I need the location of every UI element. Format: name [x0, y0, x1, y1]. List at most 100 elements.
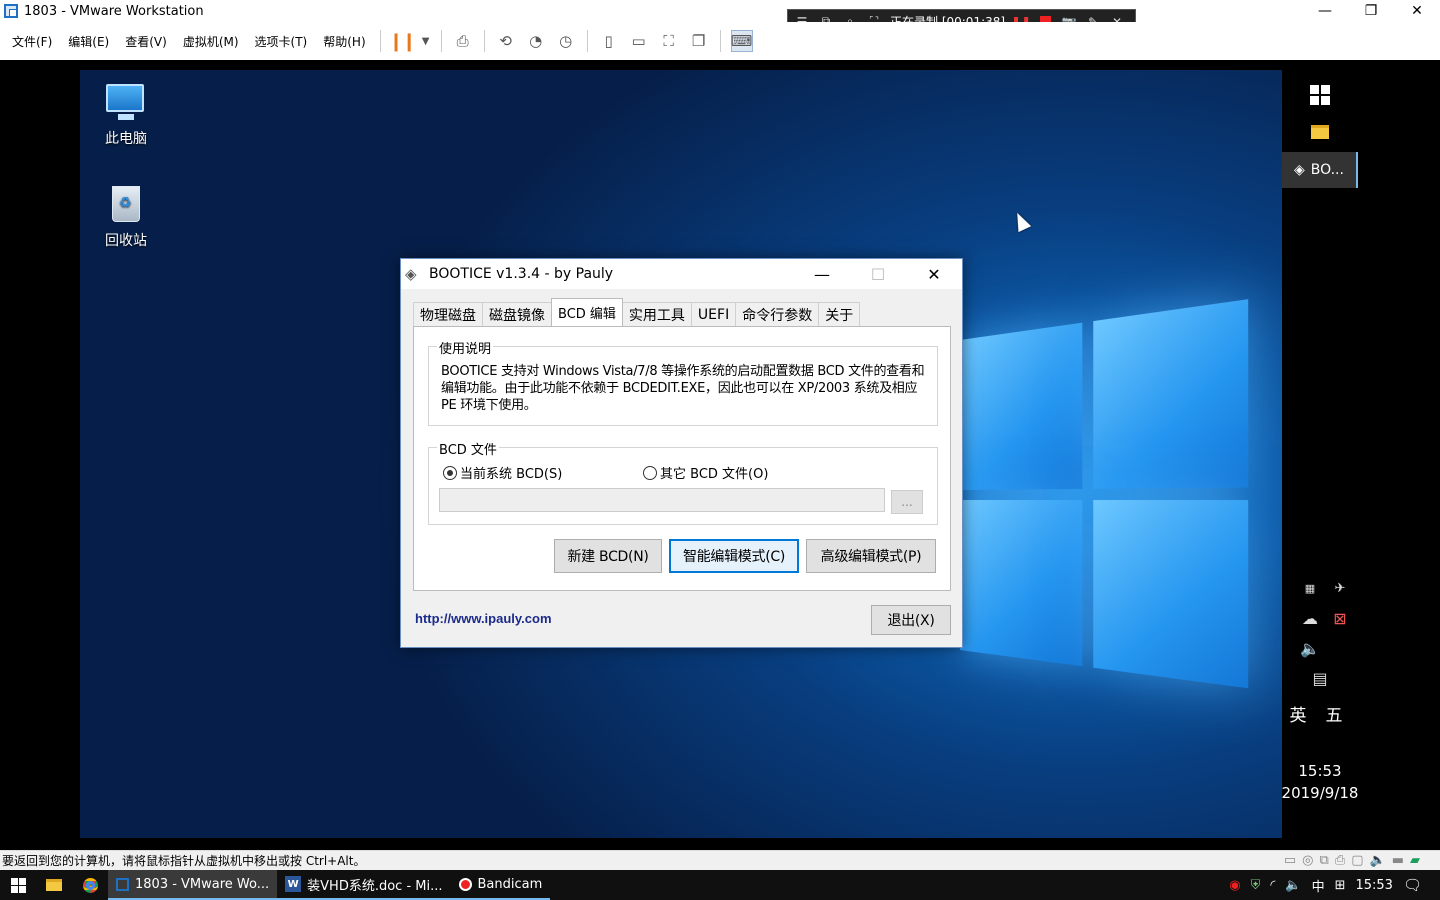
printer-icon[interactable]: ⎙	[1335, 853, 1345, 868]
toolbar-separator	[586, 30, 588, 52]
console-view-icon[interactable]: ⌨	[730, 30, 753, 52]
folder-icon	[1311, 125, 1329, 139]
cd-drive-icon[interactable]: ◎	[1302, 853, 1313, 868]
network-error-icon[interactable]: ⊠	[1302, 608, 1378, 628]
menu-vm[interactable]: 虚拟机(M)	[175, 33, 247, 50]
folder-icon	[46, 879, 62, 891]
guest-time: 15:53	[1298, 762, 1342, 780]
guest-clock[interactable]: 15:53 2019/9/18	[1281, 760, 1359, 804]
revert-snapshot-icon[interactable]: ◔	[525, 30, 547, 52]
taskbar-app-vmware[interactable]: 1803 - VMware Wo...	[108, 870, 278, 900]
desktop-icon-this-pc[interactable]: 此电脑	[86, 80, 166, 148]
usage-label: 使用说明	[437, 338, 494, 357]
chrome-button[interactable]	[72, 870, 108, 900]
recycle-bin-icon	[106, 186, 146, 226]
menu-file[interactable]: 文件(F)	[4, 33, 60, 50]
unity-icon[interactable]: ❐	[688, 30, 710, 52]
chrome-icon	[82, 877, 98, 893]
radio-circle	[643, 465, 657, 480]
smart-edit-button[interactable]: 智能编辑模式(C)	[669, 539, 799, 573]
volume-icon[interactable]: 🔈	[1285, 878, 1301, 893]
guest-date: 2019/9/18	[1281, 784, 1359, 802]
tab-bcd-edit[interactable]: BCD 编辑	[551, 298, 623, 326]
tab-command-line[interactable]: 命令行参数	[735, 302, 820, 326]
ime-indicator[interactable]: 中	[1312, 876, 1325, 895]
network-adapter-icon[interactable]: ⧉	[1320, 853, 1329, 868]
guest-start-button[interactable]	[1282, 80, 1358, 110]
bootice-window-controls: — ☐ ✕	[794, 259, 962, 289]
desktop-icon-label: 回收站	[105, 233, 147, 249]
advanced-edit-button[interactable]: 高级编辑模式(P)	[806, 539, 936, 573]
windows-start-icon	[1310, 85, 1330, 105]
display-icon[interactable]: ▬	[1392, 853, 1404, 868]
snapshot-manager-icon[interactable]: ◷	[555, 30, 577, 52]
show-thumbnail-icon[interactable]: ▭	[628, 30, 650, 52]
snapshot-icon[interactable]: ⟲	[495, 30, 517, 52]
ime-mode-icon[interactable]: ⊞	[1335, 878, 1346, 893]
bootice-titlebar[interactable]: ◈ BOOTICE v1.3.4 - by Pauly — ☐ ✕	[401, 259, 962, 289]
bootice-app-icon: ◈	[405, 265, 417, 283]
show-library-icon[interactable]: ▯	[598, 30, 620, 52]
wifi-icon[interactable]: ◜	[1270, 878, 1275, 893]
usage-description: BOOTICE 支持对 Windows Vista/7/8 等操作系统的启动配置…	[441, 364, 925, 413]
desktop-icon-recycle-bin[interactable]: 回收站	[86, 186, 166, 250]
usage-groupbox: 使用说明 BOOTICE 支持对 Windows Vista/7/8 等操作系统…	[428, 338, 938, 426]
menu-help[interactable]: 帮助(H)	[315, 33, 373, 50]
radio-current-bcd[interactable]: 当前系统 BCD(S)	[443, 463, 562, 482]
suspend-vm-icon[interactable]: ❙❙	[389, 30, 417, 52]
send-ctrl-alt-del-icon[interactable]: ⎙	[452, 30, 474, 52]
tab-uefi[interactable]: UEFI	[690, 302, 737, 326]
ime-mode-indicator[interactable]: 五	[1296, 702, 1372, 726]
tab-physical-disk[interactable]: 物理磁盘	[413, 302, 483, 326]
radio-other-bcd[interactable]: 其它 BCD 文件(O)	[643, 463, 768, 482]
host-clock[interactable]: 15:53	[1355, 878, 1392, 893]
bcd-path-input	[439, 488, 885, 512]
bcd-file-groupbox: BCD 文件 当前系统 BCD(S) 其它 BCD 文件(O) ...	[428, 439, 938, 525]
bootice-minimize-button[interactable]: —	[794, 259, 850, 289]
menu-tabs[interactable]: 选项卡(T)	[247, 33, 316, 50]
message-icon[interactable]: ▰	[1410, 853, 1420, 868]
bandicam-app-icon	[458, 877, 472, 891]
guest-taskbar-bootice[interactable]: ◈ BO...	[1282, 152, 1358, 188]
taskbar-app-word[interactable]: W 装VHD系统.doc - Mi...	[277, 870, 451, 900]
bootice-close-button[interactable]: ✕	[906, 259, 962, 289]
menu-edit[interactable]: 编辑(E)	[60, 33, 117, 50]
vmware-app-icon	[116, 877, 129, 891]
bootice-tabs: 物理磁盘 磁盘镜像 BCD 编辑 实用工具 UEFI 命令行参数 关于	[413, 298, 861, 326]
recording-indicator-icon[interactable]: ◉	[1229, 878, 1240, 893]
status-message: 要返回到您的计算机，请将鼠标指针从虚拟机中移出或按 Ctrl+Alt。	[2, 854, 366, 868]
notification-center-icon[interactable]: 🗨	[1403, 876, 1422, 894]
tab-utilities[interactable]: 实用工具	[621, 302, 692, 326]
author-website-link[interactable]: http://www.ipauly.com	[415, 611, 552, 626]
volume-icon[interactable]: 🔈	[1272, 638, 1348, 658]
close-button[interactable]: ✕	[1394, 0, 1440, 22]
radio-current-label: 当前系统 BCD(S)	[460, 467, 563, 482]
menu-view[interactable]: 查看(V)	[117, 33, 175, 50]
security-icon[interactable]: ⛨	[1251, 878, 1261, 893]
taskbar-app-bandicam[interactable]: Bandicam	[450, 870, 551, 900]
host-start-button[interactable]	[0, 870, 36, 900]
tab-about[interactable]: 关于	[818, 302, 861, 326]
host-system-tray: ◉ ⛨ ◜ 🔈 中 ⊞ 15:53 🗨	[1229, 870, 1440, 900]
browse-button: ...	[891, 490, 923, 514]
toolbar-separator	[483, 30, 485, 52]
action-center-icon[interactable]: ▤	[1282, 668, 1358, 688]
windows-start-icon	[10, 877, 26, 893]
toolbar-separator	[719, 30, 721, 52]
tab-disk-image[interactable]: 磁盘镜像	[482, 302, 552, 326]
new-bcd-button[interactable]: 新建 BCD(N)	[554, 539, 662, 573]
fullscreen-icon[interactable]: ⛶	[658, 30, 680, 52]
power-dropdown-icon[interactable]: ▼	[421, 30, 431, 52]
file-explorer-button[interactable]	[36, 870, 72, 900]
usb-icon[interactable]: ▢	[1351, 853, 1363, 868]
network-status-icon[interactable]: ✈	[1302, 578, 1378, 598]
word-app-icon: W	[285, 876, 302, 892]
radio-other-label: 其它 BCD 文件(O)	[660, 467, 769, 482]
exit-button[interactable]: 退出(X)	[871, 605, 951, 635]
vmware-statusbar: 要返回到您的计算机，请将鼠标指针从虚拟机中移出或按 Ctrl+Alt。 ▭ ◎ …	[0, 850, 1440, 870]
sound-icon[interactable]: 🔈	[1370, 853, 1386, 868]
guest-file-explorer-button[interactable]	[1282, 118, 1358, 146]
hard-disk-icon[interactable]: ▭	[1284, 853, 1296, 868]
minimize-button[interactable]: —	[1302, 0, 1348, 22]
restore-button[interactable]: ❐	[1348, 0, 1394, 22]
